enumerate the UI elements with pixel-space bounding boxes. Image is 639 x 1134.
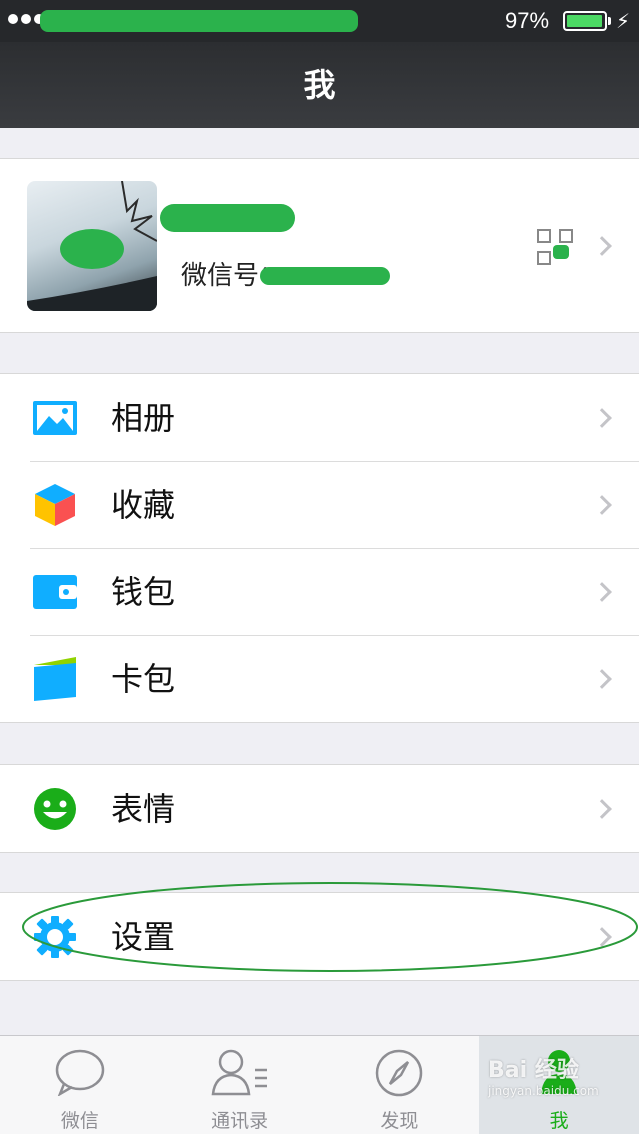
tab-discover[interactable]: 发现 [320,1036,480,1134]
menu-item-label: 卡包 [111,660,176,698]
redaction-mark [160,204,295,232]
redaction-mark [40,10,358,32]
battery-percentage: 97% [505,8,550,33]
chevron-right-icon [592,668,612,689]
redaction-mark [260,267,390,285]
menu-group-media: 相册 收藏 钱包 卡包 [0,373,639,723]
photo-album-icon [32,396,78,440]
watermark-main: Bai 经验 [488,1058,579,1083]
wallet-icon [32,570,78,614]
menu-item-stickers[interactable]: 表情 [0,765,639,852]
menu-item-label: 设置 [111,918,176,956]
charging-icon: ⚡ [616,9,631,33]
menu-item-favorites[interactable]: 收藏 [0,461,639,548]
page-title: 我 [303,66,336,104]
chat-bubble-icon [55,1049,105,1096]
tab-label: 我 [549,1110,569,1132]
chevron-right-icon [592,581,612,602]
menu-item-label: 收藏 [111,486,176,524]
chevron-right-icon [592,494,612,515]
battery-tip [608,17,611,25]
watermark-sub: jingyan.baidu.com [488,1084,599,1098]
gear-icon [32,915,78,959]
smiley-icon [32,787,78,831]
favorites-cube-icon [32,483,78,527]
menu-item-wallet[interactable]: 钱包 [0,548,639,635]
navigation-bar: 我 [0,42,639,128]
compass-icon [376,1049,423,1097]
menu-item-card-pack[interactable]: 卡包 [0,635,639,722]
menu-item-settings[interactable]: 设置 [0,893,639,980]
tab-chats[interactable]: 微信 [0,1036,160,1134]
qr-code-icon[interactable] [537,229,573,265]
watermark: Bai 经验 jingyan.baidu.com [488,1052,599,1098]
menu-item-label: 钱包 [111,573,176,611]
chevron-right-icon [592,235,612,256]
menu-group-settings: 设置 [0,892,639,981]
menu-item-label: 相册 [111,399,176,437]
chevron-right-icon [592,407,612,428]
profile-card[interactable]: 微信号： [0,158,639,333]
tab-contacts[interactable]: 通讯录 [160,1036,320,1134]
menu-item-album[interactable]: 相册 [0,374,639,461]
contacts-icon [211,1049,267,1096]
battery-icon [563,11,607,31]
avatar[interactable] [27,181,157,311]
chevron-right-icon [592,798,612,819]
menu-item-label: 表情 [111,790,176,828]
tab-label: 微信 [60,1110,99,1132]
menu-group-stickers: 表情 [0,764,639,853]
card-pack-icon [32,657,78,701]
status-bar: 97% ⚡ [0,0,639,42]
tab-label: 通讯录 [211,1110,269,1132]
chevron-right-icon [592,926,612,947]
tab-label: 发现 [380,1110,419,1132]
